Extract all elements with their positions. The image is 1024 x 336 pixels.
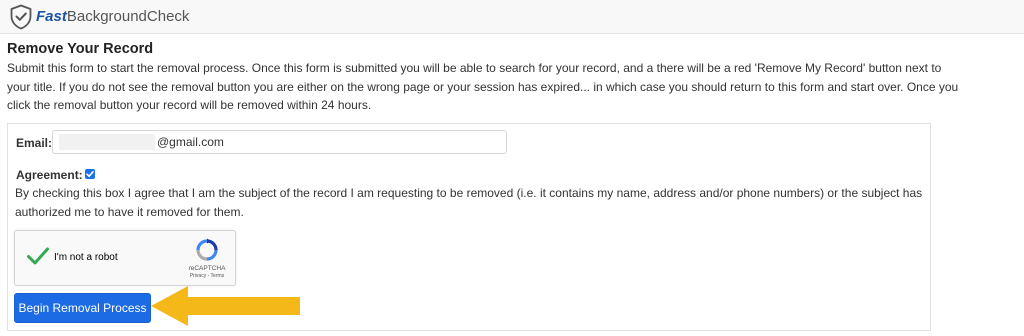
email-label: Email: <box>16 136 53 150</box>
agreement-checkbox[interactable] <box>85 169 95 179</box>
brand-rest: BackgroundCheck <box>66 8 190 25</box>
recaptcha-label: I'm not a robot <box>54 252 118 263</box>
email-value: @gmail.com <box>157 135 224 149</box>
removal-form: Email: @gmail.com Agreement: By checking… <box>7 123 931 331</box>
recaptcha-widget[interactable]: I'm not a robot reCAPTCHA Privacy - Term… <box>14 230 236 286</box>
agreement-text: By checking this box I agree that I am t… <box>15 186 923 219</box>
intro-paragraph: Submit this form to start the removal pr… <box>7 61 959 112</box>
recaptcha-checkmark-icon[interactable] <box>26 246 50 266</box>
top-navbar: FastBackgroundCheck <box>0 0 1024 34</box>
brand-fast: Fast <box>36 8 67 25</box>
brand-logo-text[interactable]: FastBackgroundCheck <box>36 7 189 27</box>
begin-removal-button[interactable]: Begin Removal Process <box>14 293 151 323</box>
agreement-label: Agreement: <box>16 168 83 182</box>
checkmark-icon <box>86 171 94 177</box>
page-title: Remove Your Record <box>7 41 154 57</box>
recaptcha-logo-icon <box>196 238 218 261</box>
recaptcha-privacy-terms-links[interactable]: Privacy - Terms <box>178 273 236 279</box>
email-redacted-portion <box>59 134 155 150</box>
email-field[interactable]: @gmail.com <box>52 130 507 154</box>
recaptcha-brand: reCAPTCHA <box>188 265 226 272</box>
shield-check-icon[interactable] <box>9 4 33 30</box>
left-arrow-icon <box>151 286 300 326</box>
